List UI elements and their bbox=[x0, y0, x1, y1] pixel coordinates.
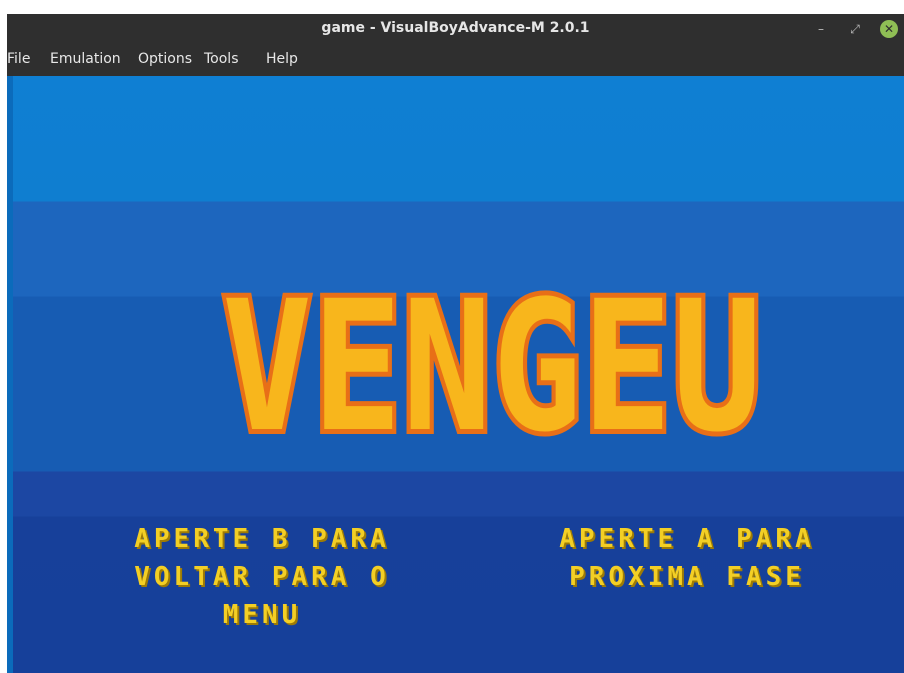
back-line-3: MENU bbox=[222, 600, 302, 630]
menu-bar: File Emulation Options Tools Help bbox=[7, 46, 904, 76]
game-screen[interactable]: VENGEU APERTE B PARA VOLTAR PARA O MENU … bbox=[7, 76, 904, 673]
back-line-1: APERTE B PARA bbox=[134, 524, 390, 554]
maximize-button[interactable]: ⤢ bbox=[846, 20, 864, 38]
vengeu-banner-text: VENGEU bbox=[222, 284, 762, 442]
screen-left-strip bbox=[7, 76, 13, 673]
next-line-1: APERTE A PARA bbox=[559, 524, 815, 554]
close-button[interactable]: ✕ bbox=[880, 20, 898, 38]
menu-help[interactable]: Help bbox=[266, 51, 298, 67]
title-bar[interactable]: game - VisualBoyAdvance-M 2.0.1 – ⤢ ✕ bbox=[7, 14, 904, 46]
back-line-2: VOLTAR PARA O bbox=[134, 562, 390, 592]
minimize-button[interactable]: – bbox=[812, 20, 830, 38]
menu-file[interactable]: File bbox=[7, 51, 30, 67]
back-to-menu-message: APERTE B PARA VOLTAR PARA O MENU bbox=[67, 520, 457, 634]
next-phase-message: APERTE A PARA PROXIMA FASE bbox=[492, 520, 882, 596]
next-line-2: PROXIMA FASE bbox=[569, 562, 805, 592]
menu-options[interactable]: Options bbox=[138, 51, 192, 67]
vengeu-banner: VENGEU bbox=[217, 284, 767, 442]
window-title: game - VisualBoyAdvance-M 2.0.1 bbox=[321, 20, 590, 36]
menu-emulation[interactable]: Emulation bbox=[50, 51, 121, 67]
menu-tools[interactable]: Tools bbox=[204, 51, 239, 67]
